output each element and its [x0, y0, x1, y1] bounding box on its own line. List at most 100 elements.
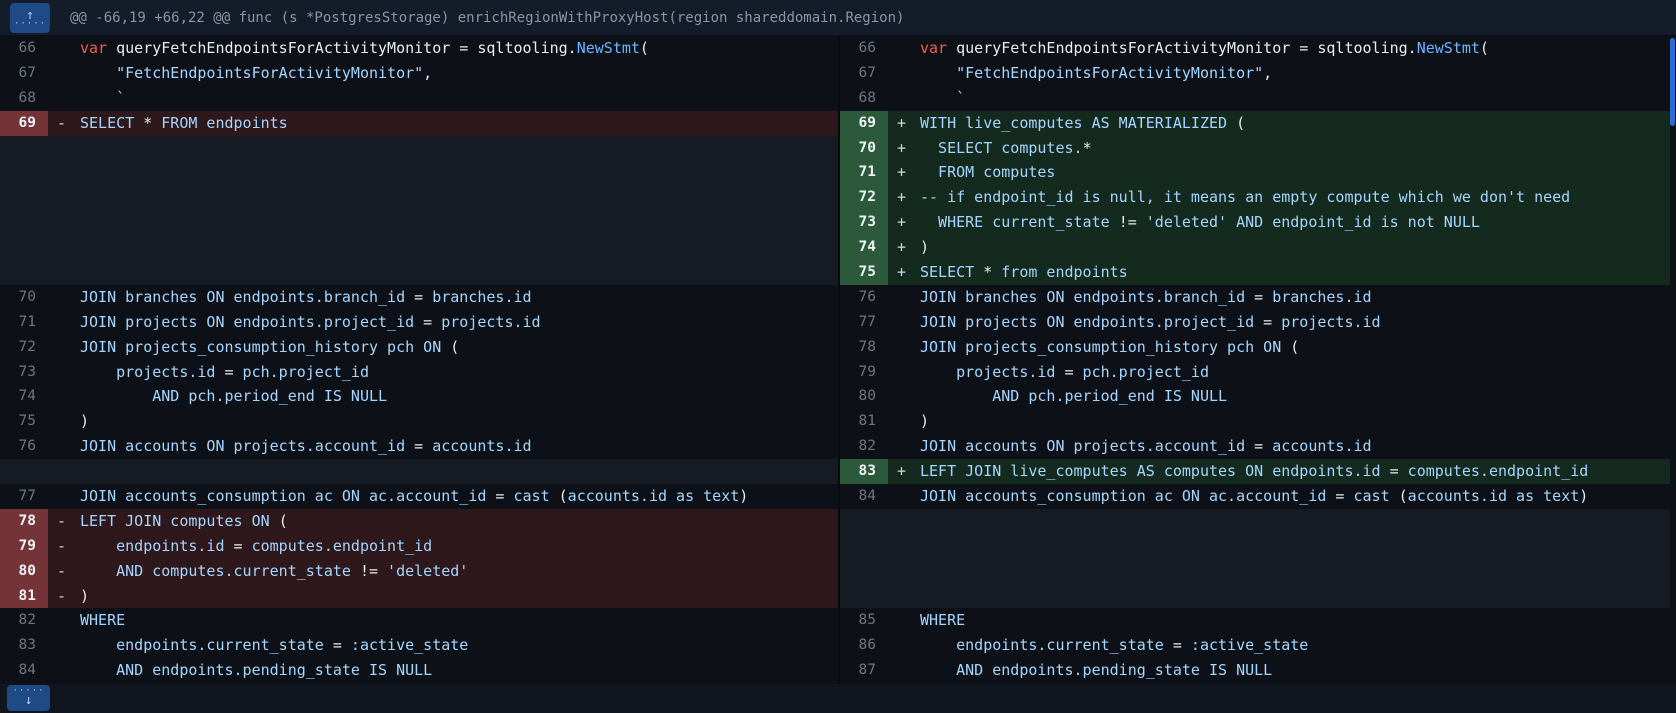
diff-pane-new: 66var queryFetchEndpointsForActivityMoni…	[838, 36, 1676, 684]
code-token: WHERE current_state	[920, 213, 1119, 231]
code-token: =	[1254, 437, 1263, 455]
code-line: - AND computes.current_state != 'deleted…	[48, 559, 838, 584]
code-line: endpoints.current_state = :active_state	[888, 633, 1676, 658]
diff-row-ctx: 67 "FetchEndpointsForActivityMonitor",	[840, 61, 1676, 86]
code-token: WITH live_computes AS MATERIALIZED	[920, 114, 1236, 132]
code-token: LEFT JOIN live_computes AS computes ON e…	[920, 462, 1390, 480]
diff-row-ctx: 66var queryFetchEndpointsForActivityMoni…	[840, 36, 1676, 61]
code-line: AND endpoints.pending_state IS NULL	[888, 658, 1676, 683]
diff-row-add: 83+LEFT JOIN live_computes AS computes O…	[840, 459, 1676, 484]
diff-row-ctx: 80 AND pch.period_end IS NULL	[840, 384, 1676, 409]
code-line: +)	[888, 235, 1676, 260]
diff-row-ctx: 67 "FetchEndpointsForActivityMonitor",	[0, 61, 838, 86]
line-number: 80	[0, 559, 48, 584]
addition-marker: +	[897, 459, 920, 484]
code-line: + SELECT computes.*	[888, 136, 1676, 161]
code-token: FROM endpoints	[152, 114, 287, 132]
code-line: endpoints.current_state = :active_state	[48, 633, 838, 658]
code-token: JOIN projects ON endpoints.project_id	[920, 313, 1263, 331]
diff-row-fill	[0, 136, 838, 161]
line-number: 76	[840, 285, 888, 310]
code-line: projects.id = pch.project_id	[888, 360, 1676, 385]
code-line: WHERE	[48, 608, 838, 633]
hunk-header-bar: ↑ ····· @@ -66,19 +66,22 @@ func (s *Pos…	[0, 0, 1676, 36]
line-number: 74	[840, 235, 888, 260]
code-token: !=	[1119, 213, 1137, 231]
code-line: `	[888, 86, 1676, 111]
code-token: JOIN accounts_consumption ac ON ac.accou…	[80, 487, 495, 505]
line-number: 81	[840, 409, 888, 434]
diff-row-ctx: 77JOIN accounts_consumption ac ON ac.acc…	[0, 484, 838, 509]
code-line: var queryFetchEndpointsForActivityMonito…	[48, 36, 838, 61]
code-token: JOIN branches ON endpoints.branch_id	[920, 288, 1254, 306]
line-number: 82	[0, 608, 48, 633]
code-token: =	[1173, 636, 1182, 654]
code-token: accounts.id	[423, 437, 531, 455]
deletion-marker: -	[57, 584, 80, 609]
code-token: )	[1579, 487, 1588, 505]
line-number: 76	[0, 434, 48, 459]
code-token: accounts.id as text	[1408, 487, 1580, 505]
code-token: branches.id	[423, 288, 531, 306]
code-token: JOIN branches ON endpoints.branch_id	[80, 288, 414, 306]
diff-row-add: 70+ SELECT computes.*	[840, 136, 1676, 161]
code-token: -- if endpoint_id is null, it means an e…	[920, 188, 1570, 206]
code-token: projects.id	[432, 313, 540, 331]
code-line: )	[48, 409, 838, 434]
code-token: JOIN accounts ON projects.account_id	[80, 437, 414, 455]
code-token: (	[1290, 338, 1299, 356]
deletion-marker: -	[57, 534, 80, 559]
code-token: )	[80, 587, 89, 605]
expand-down-button[interactable]: ····· ↓	[7, 685, 50, 711]
scrollbar-thumb[interactable]	[1670, 38, 1675, 126]
expand-up-button[interactable]: ↑ ·····	[10, 3, 50, 33]
code-line: - endpoints.id = computes.endpoint_id	[48, 534, 838, 559]
line-number: 70	[0, 285, 48, 310]
code-token: *	[1083, 139, 1092, 157]
diff-row-add: 71+ FROM computes	[840, 160, 1676, 185]
line-number: 69	[840, 111, 888, 136]
code-token: queryFetchEndpointsForActivityMonitor = …	[956, 39, 1417, 57]
code-line: -SELECT * FROM endpoints	[48, 111, 838, 136]
diff-row-fill	[0, 459, 838, 484]
diff-row-fill	[0, 160, 838, 185]
code-token: SELECT computes.	[920, 139, 1083, 157]
code-token: SELECT	[80, 114, 143, 132]
code-line: projects.id = pch.project_id	[48, 360, 838, 385]
code-token: *	[983, 263, 992, 281]
addition-marker: +	[897, 235, 920, 260]
code-token: =	[414, 437, 423, 455]
diff-pane-old: 66var queryFetchEndpointsForActivityMoni…	[0, 36, 838, 684]
code-token: (	[640, 39, 649, 57]
code-line: AND endpoints.pending_state IS NULL	[48, 658, 838, 683]
code-token: (	[450, 338, 459, 356]
line-number: 74	[0, 384, 48, 409]
code-token: endpoints.current_state	[80, 636, 333, 654]
code-token: NewStmt	[577, 39, 640, 57]
code-token: LEFT JOIN computes ON	[80, 512, 279, 530]
code-token: !=	[360, 562, 378, 580]
code-token: JOIN accounts_consumption ac ON ac.accou…	[920, 487, 1335, 505]
line-number: 67	[0, 61, 48, 86]
code-token: :active_state	[342, 636, 468, 654]
code-line: JOIN accounts ON projects.account_id = a…	[888, 434, 1676, 459]
line-number: 69	[0, 111, 48, 136]
diff-row-ctx: 78JOIN projects_consumption_history pch …	[840, 335, 1676, 360]
line-number: 80	[840, 384, 888, 409]
code-token: )	[920, 412, 929, 430]
code-token: ,	[423, 64, 432, 82]
addition-marker: +	[897, 160, 920, 185]
diff-row-ctx: 84JOIN accounts_consumption ac ON ac.acc…	[840, 484, 1676, 509]
code-token: `	[80, 89, 125, 107]
code-token: (	[1236, 114, 1245, 132]
addition-marker: +	[897, 210, 920, 235]
diff-row-fill	[0, 185, 838, 210]
diff-row-ctx: 68 `	[840, 86, 1676, 111]
diff-row-fill	[840, 534, 1676, 559]
code-token: AND pch.period_end IS NULL	[80, 387, 387, 405]
code-token: branches.id	[1263, 288, 1371, 306]
diff-row-ctx: 75)	[0, 409, 838, 434]
hunk-header-text: @@ -66,19 +66,22 @@ func (s *PostgresSto…	[70, 0, 904, 36]
code-token: JOIN projects_consumption_history pch ON	[920, 338, 1290, 356]
line-number: 68	[840, 86, 888, 111]
